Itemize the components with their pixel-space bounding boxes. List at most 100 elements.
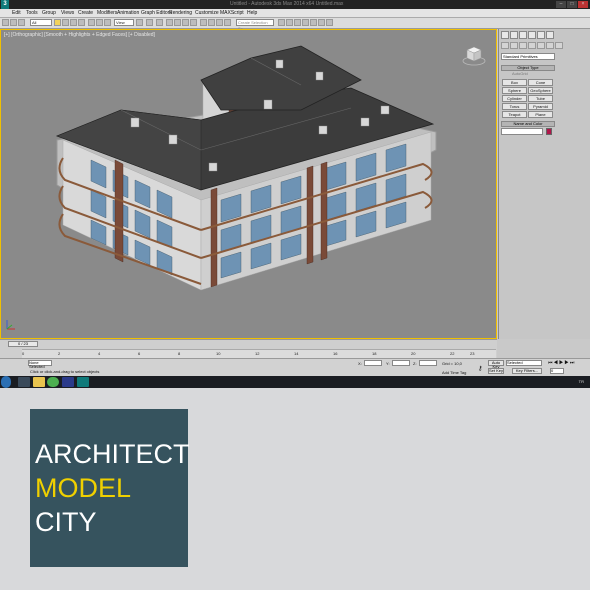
- select-scale-icon[interactable]: [104, 19, 111, 26]
- display-tab-icon[interactable]: [537, 31, 545, 39]
- taskbar-explorer-icon[interactable]: [18, 377, 30, 387]
- teapot-button[interactable]: Teapot: [502, 111, 527, 118]
- start-button-icon[interactable]: [1, 376, 11, 388]
- space-warps-icon[interactable]: [546, 42, 554, 49]
- select-manipulate-icon[interactable]: [146, 19, 153, 26]
- auto-key-button[interactable]: Auto Key: [488, 360, 504, 369]
- pyramid-button[interactable]: Pyramid: [528, 103, 553, 110]
- viewcube-icon[interactable]: [462, 44, 486, 68]
- y-coordinate-input[interactable]: [392, 360, 410, 366]
- cylinder-button[interactable]: Cylinder: [502, 95, 527, 102]
- select-object-icon[interactable]: [54, 19, 61, 26]
- systems-icon[interactable]: [555, 42, 563, 49]
- menu-tools[interactable]: Tools: [26, 9, 38, 17]
- object-color-swatch[interactable]: [546, 128, 552, 135]
- box-button[interactable]: Box: [502, 79, 527, 86]
- percent-snap-icon[interactable]: [182, 19, 189, 26]
- undo-icon[interactable]: [2, 19, 9, 26]
- logo-line-architect: ARCHITECT: [35, 439, 190, 469]
- torus-button[interactable]: Torus: [502, 103, 527, 110]
- perspective-viewport[interactable]: [+] [Orthographic] [Smooth + Highlights …: [0, 29, 497, 339]
- menu-animation[interactable]: Animation: [117, 9, 139, 17]
- redo-icon[interactable]: [10, 19, 17, 26]
- time-slider[interactable]: 0 / 23: [8, 341, 38, 347]
- menu-graph-editors[interactable]: Graph Editors: [141, 9, 172, 17]
- taskbar-chrome-icon[interactable]: [47, 377, 59, 387]
- add-time-tag[interactable]: Add Time Tag: [442, 370, 466, 375]
- taskbar-photoshop-icon[interactable]: [62, 377, 74, 387]
- select-move-icon[interactable]: [88, 19, 95, 26]
- menu-create[interactable]: Create: [78, 9, 93, 17]
- mirror-icon[interactable]: [208, 19, 215, 26]
- autogrid-checkbox[interactable]: AutoGrid: [512, 71, 528, 76]
- create-tab-icon[interactable]: [501, 31, 509, 39]
- geometry-icon[interactable]: [501, 42, 509, 49]
- layer-manager-icon[interactable]: [224, 19, 231, 26]
- close-icon[interactable]: ×: [578, 1, 588, 8]
- keyboard-shortcut-icon[interactable]: [156, 19, 163, 26]
- apartment-building-model[interactable]: [51, 40, 441, 310]
- pivot-center-icon[interactable]: [136, 19, 143, 26]
- name-and-color-rollout[interactable]: Name and Color: [501, 121, 555, 127]
- primitive-type-dropdown[interactable]: Standard Primitives: [501, 53, 555, 60]
- hierarchy-tab-icon[interactable]: [519, 31, 527, 39]
- rectangular-selection-icon[interactable]: [70, 19, 77, 26]
- curve-editor-icon[interactable]: [286, 19, 293, 26]
- geosphere-button[interactable]: GeoSphere: [528, 87, 553, 94]
- motion-tab-icon[interactable]: [528, 31, 536, 39]
- modify-tab-icon[interactable]: [510, 31, 518, 39]
- x-coordinate-input[interactable]: [364, 360, 382, 366]
- menu-maxscript[interactable]: MAXScript: [220, 9, 244, 17]
- sphere-button[interactable]: Sphere: [502, 87, 527, 94]
- menu-help[interactable]: Help: [247, 9, 257, 17]
- render-setup-icon[interactable]: [310, 19, 317, 26]
- link-icon[interactable]: [18, 19, 25, 26]
- menu-views[interactable]: Views: [61, 9, 74, 17]
- z-label: Z:: [413, 361, 417, 366]
- helpers-icon[interactable]: [537, 42, 545, 49]
- playback-controls-icon[interactable]: ⏮◀▶▶⏭: [548, 360, 575, 366]
- key-icon[interactable]: ⚷: [478, 365, 482, 372]
- spinner-snap-icon[interactable]: [190, 19, 197, 26]
- menu-group[interactable]: Group: [42, 9, 56, 17]
- object-name-input[interactable]: [501, 128, 543, 135]
- maximize-icon[interactable]: □: [567, 1, 577, 8]
- current-frame-input[interactable]: 0: [550, 368, 564, 374]
- tube-button[interactable]: Tube: [528, 95, 553, 102]
- menu-edit[interactable]: Edit: [12, 9, 21, 17]
- app-logo-icon[interactable]: 3: [1, 0, 9, 9]
- utilities-tab-icon[interactable]: [546, 31, 554, 39]
- window-crossing-icon[interactable]: [78, 19, 85, 26]
- set-key-button[interactable]: Set Key: [488, 368, 504, 374]
- viewport-label[interactable]: [+] [Orthographic] [Smooth + Highlights …: [4, 32, 155, 38]
- selection-filter-dropdown[interactable]: All: [30, 19, 52, 26]
- schematic-view-icon[interactable]: [294, 19, 301, 26]
- key-mode-dropdown[interactable]: Selected: [506, 360, 542, 366]
- graphite-tools-icon[interactable]: [278, 19, 285, 26]
- minimize-icon[interactable]: –: [556, 1, 566, 8]
- align-icon[interactable]: [216, 19, 223, 26]
- key-filters-button[interactable]: Key Filters...: [512, 368, 542, 374]
- menu-customize[interactable]: Customize: [195, 9, 219, 17]
- render-production-icon[interactable]: [326, 19, 333, 26]
- object-type-rollout[interactable]: Object Type: [501, 65, 555, 71]
- reference-coordinate-dropdown[interactable]: View: [114, 19, 134, 26]
- material-editor-icon[interactable]: [302, 19, 309, 26]
- plane-button[interactable]: Plane: [528, 111, 553, 118]
- lights-icon[interactable]: [519, 42, 527, 49]
- menu-modifiers[interactable]: Modifiers: [97, 9, 117, 17]
- named-selection-set-input[interactable]: Create Selection Se: [236, 19, 274, 31]
- cameras-icon[interactable]: [528, 42, 536, 49]
- menu-rendering[interactable]: Rendering: [169, 9, 192, 17]
- select-by-name-icon[interactable]: [62, 19, 69, 26]
- taskbar-folder-icon[interactable]: [33, 377, 45, 387]
- snaps-toggle-icon[interactable]: [166, 19, 173, 26]
- cone-button[interactable]: Cone: [528, 79, 553, 86]
- z-coordinate-input[interactable]: [419, 360, 437, 366]
- rendered-frame-window-icon[interactable]: [318, 19, 325, 26]
- select-rotate-icon[interactable]: [96, 19, 103, 26]
- angle-snap-icon[interactable]: [174, 19, 181, 26]
- taskbar-3dsmax-icon[interactable]: [77, 377, 89, 387]
- shapes-icon[interactable]: [510, 42, 518, 49]
- edit-named-selection-icon[interactable]: [200, 19, 207, 26]
